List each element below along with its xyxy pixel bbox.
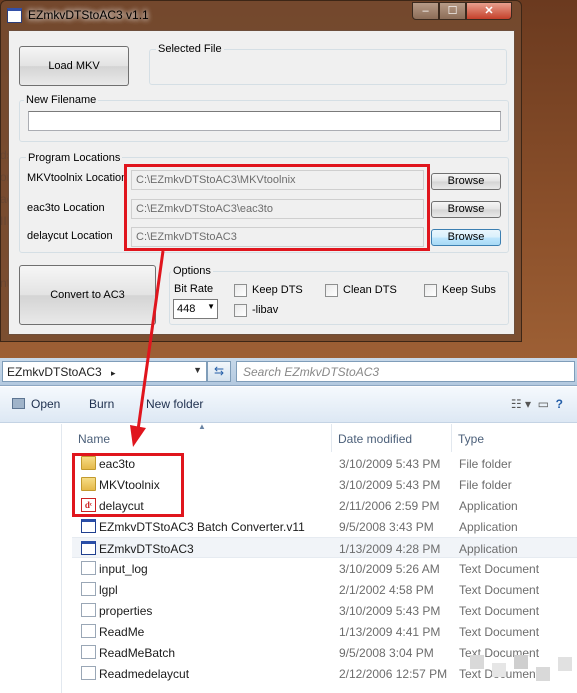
convert-to-ac3-button[interactable]: Convert to AC3: [19, 265, 156, 325]
bitrate-value: 448: [177, 303, 196, 315]
load-mkv-button[interactable]: Load MKV: [19, 46, 129, 86]
new-filename-label: New Filename: [24, 94, 99, 106]
file-date: 2/12/2006 12:57 PM: [339, 667, 448, 681]
file-name: EZmkvDTStoAC3: [99, 542, 194, 556]
views-icon[interactable]: ☷ ▾ ▭ ?: [511, 397, 563, 411]
app-icon: [7, 8, 22, 23]
file-date: 9/5/2008 3:43 PM: [339, 520, 434, 534]
keep-dts-checkbox[interactable]: [234, 284, 247, 297]
delaycut-browse-button[interactable]: Browse: [431, 229, 501, 246]
column-header-name[interactable]: ▲ Name: [72, 422, 332, 452]
maximize-button[interactable]: ☐: [439, 2, 466, 20]
eac3to-browse-button[interactable]: Browse: [431, 201, 501, 218]
file-row[interactable]: ReadMe 1/13/2009 4:41 PM Text Document: [72, 621, 577, 642]
document-icon: [81, 645, 96, 659]
file-name: EZmkvDTStoAC3 Batch Converter.v11: [99, 520, 305, 534]
address-path[interactable]: EZmkvDTStoAC3 ▸ ▼: [2, 361, 207, 382]
file-type: Text Document: [459, 604, 540, 618]
document-icon: [81, 582, 96, 596]
file-row[interactable]: EZmkvDTStoAC3 1/13/2009 4:28 PM Applicatio…: [72, 537, 577, 558]
file-date: 3/10/2009 5:43 PM: [339, 478, 441, 492]
file-name: input_log: [99, 562, 148, 576]
application-icon: [81, 541, 96, 555]
file-type: File folder: [459, 457, 512, 471]
file-type: Application: [459, 542, 518, 556]
search-input[interactable]: Search EZmkvDTStoAC3: [236, 361, 575, 382]
window-title: EZmkvDTStoAC3 v1.1: [28, 8, 149, 22]
address-bar: EZmkvDTStoAC3 ▸ ▼ ⇆ Search EZmkvDTStoAC3: [0, 358, 577, 386]
document-icon: [81, 561, 96, 575]
application-icon: [81, 519, 96, 533]
mkvtoolnix-location-label: MKVtoolnix Location: [27, 172, 128, 184]
command-bar: Open Burn New folder ☷ ▾ ▭ ?: [0, 387, 577, 423]
file-date: 3/10/2009 5:43 PM: [339, 604, 441, 618]
file-date: 1/13/2009 4:28 PM: [339, 542, 441, 556]
document-icon: [81, 666, 96, 680]
burn-button[interactable]: Burn: [89, 397, 114, 411]
bitrate-select[interactable]: 448 ▼: [173, 299, 218, 319]
minimize-button[interactable]: –: [412, 2, 439, 20]
eac3to-location-label: eac3to Location: [27, 202, 105, 214]
clean-dts-label[interactable]: Clean DTS: [343, 284, 397, 296]
annotation-box-locations: [124, 164, 430, 251]
path-separator: ▸: [111, 368, 116, 378]
address-path-text: EZmkvDTStoAC3: [7, 365, 102, 379]
annotation-box-folders: [72, 453, 184, 517]
keep-subs-label[interactable]: Keep Subs: [442, 284, 496, 296]
open-icon: [12, 398, 25, 409]
bitrate-label: Bit Rate: [174, 283, 214, 295]
file-type: Text Document: [459, 583, 540, 597]
keep-dts-label[interactable]: Keep DTS: [252, 284, 303, 296]
program-locations-label: Program Locations: [26, 152, 123, 164]
column-header-date[interactable]: Date modified: [332, 424, 452, 452]
libav-checkbox[interactable]: [234, 304, 247, 317]
options-label: Options: [171, 265, 213, 277]
file-date: 3/10/2009 5:26 AM: [339, 562, 440, 576]
delaycut-location-label: delaycut Location: [27, 230, 113, 242]
file-date: 3/10/2009 5:43 PM: [339, 457, 441, 471]
options-group: [169, 271, 509, 325]
keep-subs-checkbox[interactable]: [424, 284, 437, 297]
explorer-window: EZmkvDTStoAC3 ▸ ▼ ⇆ Search EZmkvDTStoAC3…: [0, 148, 577, 693]
chevron-down-icon: ▼: [207, 302, 215, 311]
navigation-pane: dsonsacesIIInts: [0, 148, 62, 693]
refresh-icon[interactable]: ⇆: [207, 361, 231, 382]
help-icon[interactable]: ?: [556, 397, 563, 411]
file-row[interactable]: EZmkvDTStoAC3 Batch Converter.v11 9/5/200…: [72, 516, 577, 537]
file-name: Readmedelaycut: [99, 667, 190, 681]
file-name: ReadMe: [99, 625, 145, 639]
file-name: lgpl: [99, 583, 118, 597]
file-type: Application: [459, 499, 518, 513]
watermark: [462, 649, 577, 693]
file-date: 1/13/2009 4:41 PM: [339, 625, 441, 639]
libav-label[interactable]: -libav: [252, 304, 278, 316]
file-type: Application: [459, 520, 518, 534]
document-icon: [81, 603, 96, 617]
clean-dts-checkbox[interactable]: [325, 284, 338, 297]
chevron-down-icon[interactable]: ▼: [193, 365, 202, 375]
sort-ascending-icon: ▲: [198, 422, 206, 431]
mkvtoolnix-browse-button[interactable]: Browse: [431, 173, 501, 190]
file-row[interactable]: input_log 3/10/2009 5:26 AM Text Document: [72, 558, 577, 579]
close-button[interactable]: ✕: [466, 2, 512, 20]
column-name-label: Name: [78, 432, 111, 446]
file-type: File folder: [459, 478, 512, 492]
file-name: ReadMeBatch: [99, 646, 176, 660]
file-name: properties: [99, 604, 153, 618]
file-row[interactable]: properties 3/10/2009 5:43 PM Text Document: [72, 600, 577, 621]
open-button[interactable]: Open: [12, 397, 60, 411]
file-type: Text Document: [459, 562, 540, 576]
file-date: 2/1/2002 4:58 PM: [339, 583, 434, 597]
file-type: Text Document: [459, 625, 540, 639]
file-date: 9/5/2008 3:04 PM: [339, 646, 434, 660]
new-folder-button[interactable]: New folder: [146, 397, 203, 411]
column-header-type[interactable]: Type: [452, 424, 577, 452]
title-bar[interactable]: EZmkvDTStoAC3 v1.1 – ☐ ✕: [1, 1, 521, 30]
selected-file-label: Selected File: [156, 43, 224, 55]
open-label: Open: [31, 397, 61, 411]
file-row[interactable]: lgpl 2/1/2002 4:58 PM Text Document: [72, 579, 577, 600]
document-icon: [81, 624, 96, 638]
file-date: 2/11/2006 2:59 PM: [339, 499, 440, 513]
new-filename-input[interactable]: [28, 111, 501, 131]
